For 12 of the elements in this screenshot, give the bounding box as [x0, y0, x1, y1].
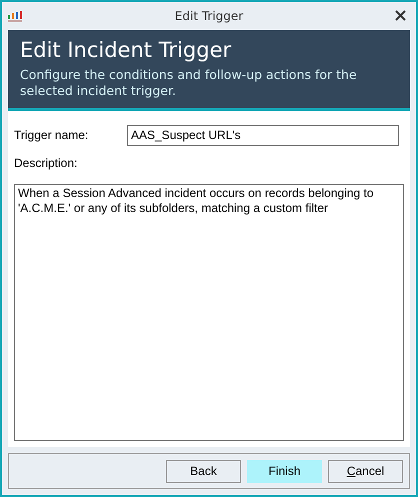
window-title: Edit Trigger	[174, 9, 244, 23]
field-label: Trigger name:	[14, 127, 90, 144]
app-icon	[8, 10, 23, 22]
header-title: Edit Incident Trigger	[20, 38, 232, 64]
back-button[interactable]: Back	[166, 460, 241, 482]
trigger-name-field[interactable]: AAS_Suspect URL's	[127, 124, 399, 146]
cancel-button[interactable]: Cancel	[328, 460, 403, 482]
header-subtitle: Configure the conditions and follow-up actions for the selected incident trigger.	[20, 67, 358, 100]
field-label: Description:	[14, 156, 78, 170]
finish-button[interactable]: Finish	[247, 460, 322, 482]
description-field[interactable]: When a Session Advanced incident occurs on records belonging to 'A.C.M.E.' or any of its subfolders, matching a custom filter	[14, 184, 404, 441]
close-icon	[395, 10, 406, 22]
